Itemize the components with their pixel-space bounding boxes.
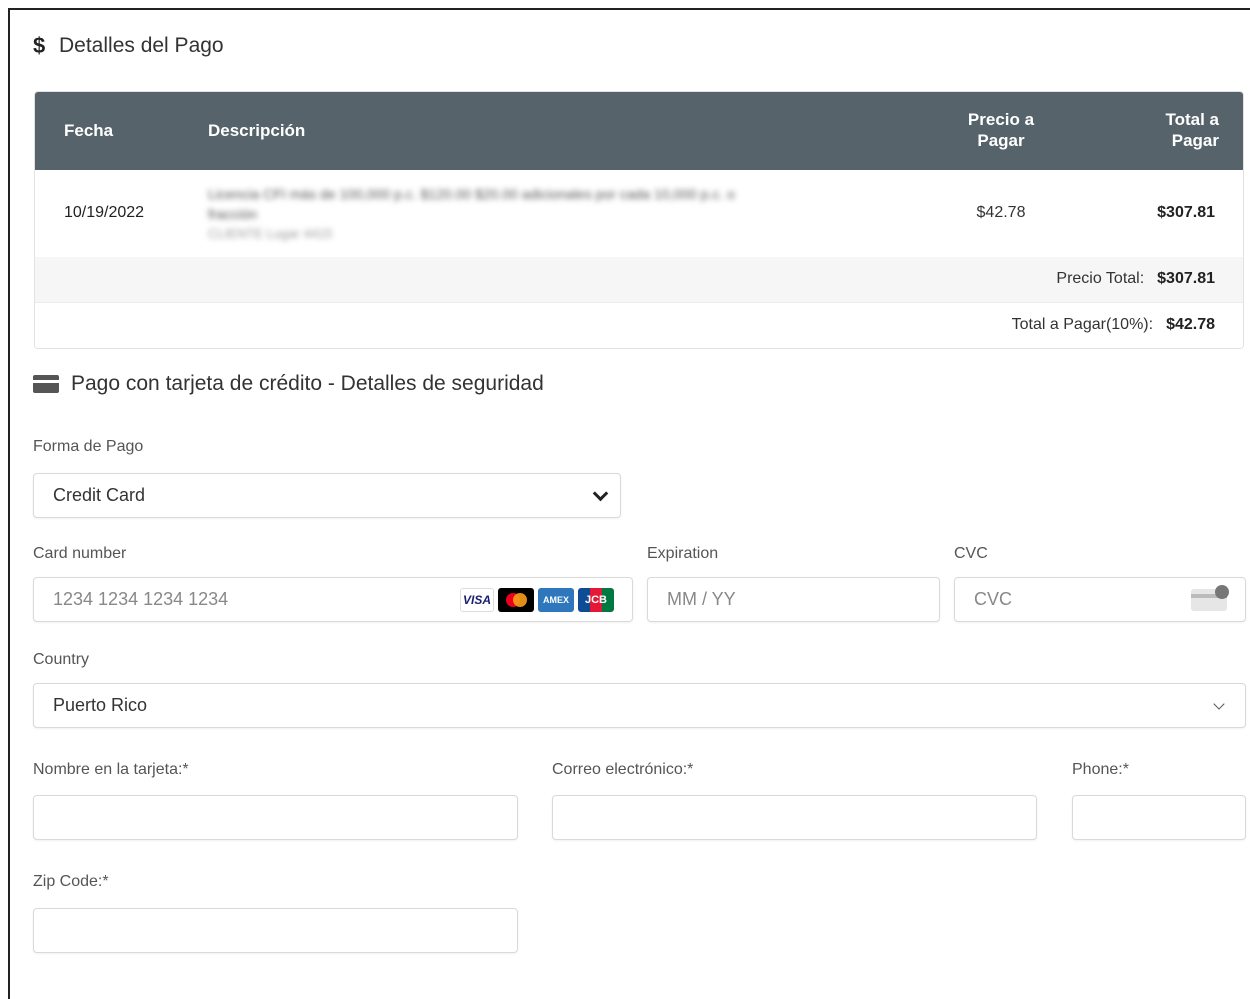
country-label: Country: [33, 651, 90, 668]
cvc-card-icon: [1191, 585, 1229, 611]
payment-table: Fecha Descripción Precio a Pagar Total a…: [34, 91, 1244, 349]
zip-label: Zip Code:*: [33, 873, 109, 890]
credit-card-icon: [33, 375, 59, 393]
card-number-label: Card number: [33, 545, 127, 562]
total-pagar-label: Total a Pagar(10%):: [1011, 316, 1154, 333]
column-header-precio: Precio a Pagar: [967, 110, 1035, 150]
amex-icon: AMEX: [538, 588, 574, 612]
forma-pago-value: Credit Card: [53, 485, 146, 505]
phone-input[interactable]: [1072, 795, 1246, 840]
country-select[interactable]: Puerto Rico: [33, 683, 1246, 728]
visa-icon: VISA: [460, 588, 494, 612]
row-precio: $42.78: [976, 204, 1026, 221]
row-total: $307.81: [1157, 204, 1215, 221]
precio-total-label: Precio Total:: [1056, 270, 1145, 287]
cvc-placeholder: CVC: [974, 589, 1013, 609]
column-header-fecha: Fecha: [64, 121, 114, 140]
summary-precio-total: Precio Total: $307.81: [35, 257, 1243, 302]
table-header: Fecha Descripción Precio a Pagar Total a…: [35, 92, 1243, 170]
cvc-input[interactable]: CVC: [954, 577, 1246, 622]
phone-label: Phone:*: [1072, 761, 1129, 778]
forma-pago-label: Forma de Pago: [33, 438, 144, 455]
summary-total-pagar: Total a Pagar(10%): $42.78: [35, 302, 1243, 348]
chevron-down-icon: [1213, 698, 1225, 710]
row-description-line3: CLIENTE Lugar 4415: [208, 226, 333, 241]
name-label: Nombre en la tarjeta:*: [33, 761, 189, 778]
row-description: Licencia CFI más de 100,000 p.c. $120.00…: [208, 184, 888, 244]
expiration-placeholder: MM / YY: [667, 589, 736, 609]
email-input[interactable]: [552, 795, 1037, 840]
card-number-placeholder: 1234 1234 1234 1234: [53, 589, 229, 609]
column-header-total: Total a Pagar: [1165, 110, 1219, 150]
name-input[interactable]: [33, 795, 518, 840]
credit-card-title: Pago con tarjeta de crédito - Detalles d…: [33, 372, 544, 396]
row-date: 10/19/2022: [64, 204, 145, 221]
dollar-icon: $: [33, 33, 46, 58]
credit-card-title-text: Pago con tarjeta de crédito - Detalles d…: [71, 372, 544, 395]
precio-total-value: $307.81: [1157, 270, 1215, 287]
cvc-label: CVC: [954, 545, 988, 562]
card-brands: VISA AMEX JCB: [460, 588, 614, 612]
zip-input[interactable]: [33, 908, 518, 953]
column-header-descripcion: Descripción: [208, 121, 306, 140]
row-description-line2: fracción: [208, 206, 258, 222]
expiration-label: Expiration: [647, 545, 719, 562]
mastercard-icon: [498, 588, 534, 612]
forma-pago-select[interactable]: Credit Card: [33, 473, 621, 518]
chevron-down-icon: [592, 485, 609, 502]
total-pagar-value: $42.78: [1166, 316, 1215, 333]
jcb-icon: JCB: [578, 588, 614, 612]
payment-details-title-text: Detalles del Pago: [59, 34, 224, 57]
table-row: 10/19/2022 Licencia CFI más de 100,000 p…: [35, 170, 1243, 257]
email-label: Correo electrónico:*: [552, 761, 694, 778]
payment-details-title: $ Detalles del Pago: [33, 33, 224, 59]
country-value: Puerto Rico: [53, 695, 148, 715]
row-description-line1: Licencia CFI más de 100,000 p.c. $120.00…: [208, 186, 735, 202]
expiration-input[interactable]: MM / YY: [647, 577, 940, 622]
card-number-input[interactable]: 1234 1234 1234 1234 VISA AMEX JCB: [33, 577, 633, 622]
